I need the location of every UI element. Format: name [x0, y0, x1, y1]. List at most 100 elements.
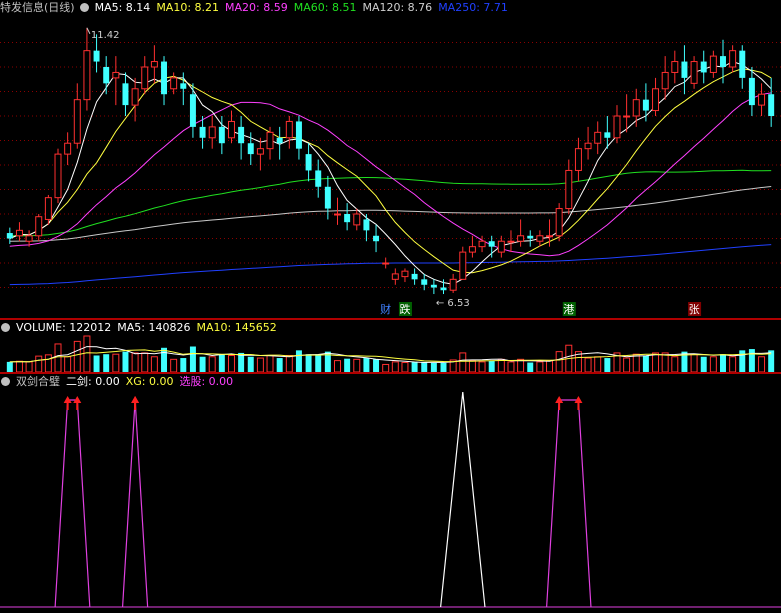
- signal-panel[interactable]: 双剑合璧 二剑: 0.00 XG: 0.00 选股: 0.00: [0, 374, 781, 613]
- volume-bar: [401, 362, 409, 373]
- event-badge: 财: [380, 302, 391, 316]
- candle-body: [103, 67, 110, 84]
- xg-signal-pulse: [54, 399, 91, 608]
- volume-bar: [488, 360, 495, 372]
- candle-body: [285, 120, 293, 139]
- volume-bar: [440, 362, 447, 372]
- volume-bar: [93, 355, 100, 372]
- volume-bar: [517, 358, 525, 373]
- candle-body: [112, 71, 120, 79]
- candle-body: [315, 170, 322, 187]
- price-panel[interactable]: 特发信息(日线) MA5: 8.14 MA10: 8.21 MA20: 8.59 MA6…: [0, 0, 781, 318]
- candle-body: [170, 77, 178, 90]
- volume-bar: [468, 360, 476, 373]
- event-badge: 港: [563, 303, 574, 316]
- candle-body: [507, 240, 515, 243]
- candle-body: [218, 126, 225, 144]
- volume-bar: [112, 353, 120, 373]
- signal-chart: [0, 391, 781, 608]
- candle-body: [449, 278, 457, 291]
- candle-body: [720, 56, 726, 67]
- volume-bar: [122, 351, 129, 372]
- candle-body: [632, 99, 640, 117]
- volume-bar: [238, 352, 245, 372]
- candle-body: [768, 94, 775, 116]
- erjian-signal-pulse: [440, 391, 486, 608]
- high-price-label: 11.42: [91, 30, 120, 41]
- candle-body: [54, 153, 62, 199]
- candle-body: [83, 50, 91, 101]
- candle-body: [238, 126, 245, 144]
- volume-bar: [256, 357, 264, 373]
- volume-bar: [748, 349, 755, 372]
- candle-body: [208, 126, 216, 139]
- event-badge: 张: [689, 303, 700, 316]
- candle-body: [64, 142, 72, 155]
- volume-bar: [25, 361, 33, 373]
- candle-body: [468, 246, 476, 253]
- volume-bar: [623, 357, 631, 373]
- candle-body: [189, 94, 196, 127]
- candle-body: [555, 208, 563, 237]
- candle-body: [334, 213, 341, 216]
- candle-body: [276, 137, 283, 144]
- volume-bar: [266, 354, 274, 373]
- volume-bar: [334, 360, 341, 373]
- volume-bar: [315, 354, 322, 372]
- volume-bar: [6, 361, 13, 372]
- volume-bar: [700, 356, 707, 372]
- candle-body: [661, 71, 669, 90]
- volume-bar: [478, 361, 486, 373]
- candle-body: [401, 270, 409, 278]
- volume-bar: [131, 352, 139, 373]
- candle-body: [25, 235, 33, 242]
- volume-bar: [83, 335, 91, 373]
- candle-body: [247, 143, 254, 155]
- volume-bar: [150, 356, 158, 373]
- candle-body: [517, 235, 525, 242]
- volume-bar: [189, 346, 196, 372]
- candle-body: [6, 233, 13, 239]
- volume-bar: [285, 354, 293, 373]
- volume-bar: [671, 356, 679, 373]
- xg-signal-pulse: [121, 399, 149, 608]
- buy-arrow-icon: [131, 396, 140, 403]
- candle-body: [536, 235, 544, 242]
- candle-body: [44, 197, 52, 220]
- volume-bar: [391, 361, 399, 373]
- volume-bar: [208, 356, 216, 373]
- candle-body: [497, 240, 505, 253]
- volume-bar: [507, 361, 515, 373]
- candle-body: [93, 50, 100, 62]
- volume-bar: [604, 358, 611, 372]
- candle-body: [363, 219, 370, 231]
- candle-body: [382, 262, 390, 265]
- volume-bar: [411, 361, 418, 372]
- volume-bar: [720, 354, 726, 372]
- candle-body: [344, 214, 351, 223]
- candle-body: [199, 126, 206, 138]
- candle-body: [421, 279, 428, 285]
- candle-body: [295, 121, 302, 149]
- volume-bar: [632, 353, 640, 373]
- candle-body: [758, 93, 766, 106]
- volume-bar: [161, 347, 168, 372]
- candle-body: [527, 235, 534, 239]
- volume-bar: [73, 340, 81, 373]
- volume-bar: [584, 357, 592, 373]
- candle-body: [161, 61, 168, 95]
- volume-bar: [382, 363, 390, 373]
- candle-body: [131, 88, 139, 106]
- volume-bar: [536, 361, 544, 373]
- volume-bar: [44, 354, 52, 373]
- candle-body: [227, 120, 235, 139]
- volume-bar: [421, 361, 428, 372]
- candle-body: [391, 273, 399, 280]
- candle-body: [459, 251, 467, 280]
- candle-body: [373, 235, 380, 242]
- candle-body: [690, 61, 698, 84]
- volume-panel[interactable]: VOLUME: 122012 MA5: 140826 MA10: 145652: [0, 320, 781, 374]
- volume-bar: [353, 358, 361, 373]
- volume-bar: [661, 352, 669, 373]
- candle-body: [324, 186, 331, 209]
